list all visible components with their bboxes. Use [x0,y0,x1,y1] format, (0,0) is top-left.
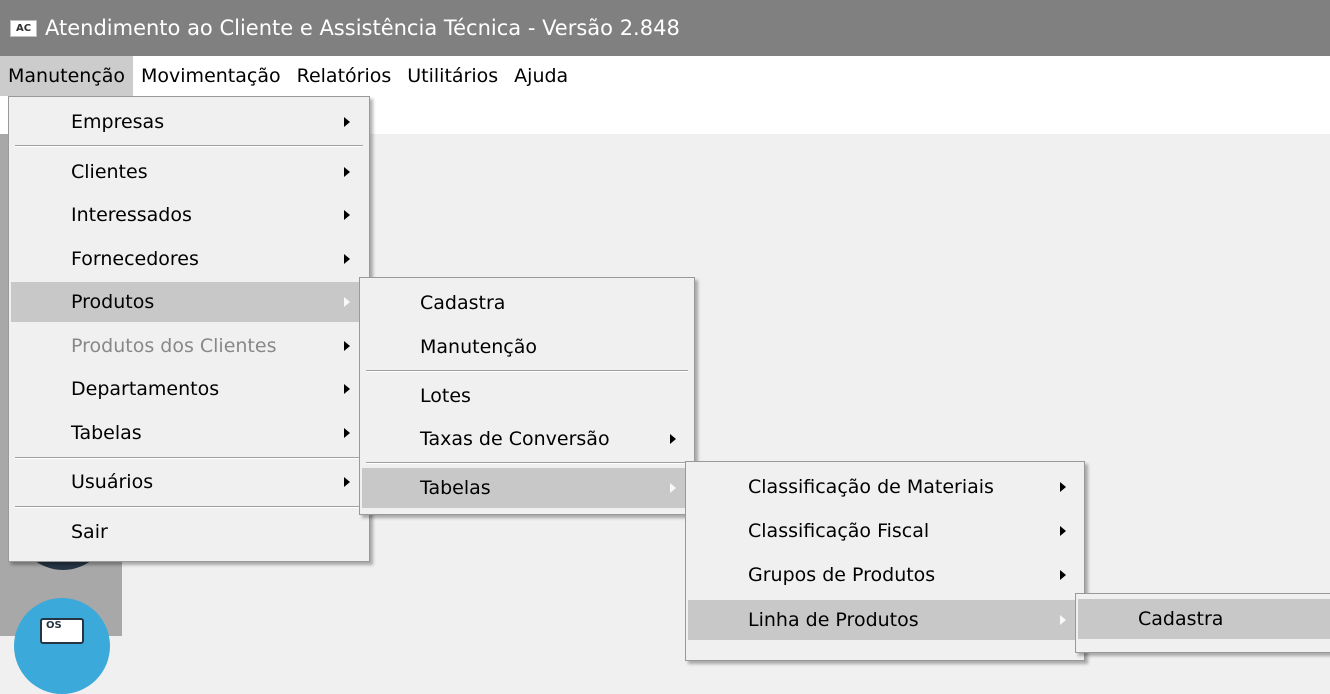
submenu-arrow-icon [670,483,676,493]
menu-item-label: Produtos dos Clientes [71,335,277,357]
menu-item-clientes[interactable]: Clientes [11,152,367,192]
menu-item-label: Produtos [71,291,155,313]
menu-separator [15,507,363,508]
menu-item-departamentos[interactable]: Departamentos [11,369,367,409]
menu-item-label: Tabelas [71,422,142,444]
menu-item-linha-de-produtos[interactable]: Linha de Produtos [688,600,1082,640]
submenu-arrow-icon [1060,570,1066,580]
menu-item-produtos[interactable]: Produtos [11,282,367,322]
menu-item-label: Tabelas [420,477,491,499]
menu-manutencao-dropdown: Empresas Clientes Interessados Fornecedo… [8,96,370,562]
menu-movimentacao[interactable]: Movimentação [133,56,289,96]
menu-bar: Manutenção Movimentação Relatórios Utili… [0,56,1330,96]
submenu-arrow-icon [1060,615,1066,625]
menu-item-fornecedores[interactable]: Fornecedores [11,239,367,279]
menu-item-label: Grupos de Produtos [748,564,936,586]
menu-item-usuarios[interactable]: Usuários [11,462,367,502]
submenu-arrow-icon [1060,482,1066,492]
menu-item-manutencao[interactable]: Manutenção [362,327,692,367]
window-title: Atendimento ao Cliente e Assistência Téc… [45,16,680,40]
menu-item-taxas-de-conversao[interactable]: Taxas de Conversão [362,419,692,459]
submenu-arrow-icon [670,434,676,444]
menu-separator [366,463,688,464]
menu-item-label: Sair [71,521,108,543]
submenu-arrow-icon [344,477,350,487]
menu-linha-produtos-submenu: Cadastra [1075,593,1330,653]
menu-item-label: Cadastra [420,292,506,314]
menu-item-label: Lotes [420,385,471,407]
menu-item-label: Classificação de Materiais [748,476,994,498]
menu-item-empresas[interactable]: Empresas [11,102,367,142]
menu-item-label: Empresas [71,111,165,133]
submenu-arrow-icon [344,117,350,127]
menu-item-label: Usuários [71,471,154,493]
title-bar: AC Atendimento ao Cliente e Assistência … [0,0,1330,56]
menu-item-label: Taxas de Conversão [420,428,610,450]
sidebar-shortcut-os-icon[interactable] [14,598,110,694]
menu-item-label: Departamentos [71,378,220,400]
menu-relatorios[interactable]: Relatórios [289,56,400,96]
menu-item-label: Linha de Produtos [748,609,919,631]
menu-item-sair[interactable]: Sair [11,512,367,552]
menu-tabelas-submenu: Classificação de Materiais Classificação… [685,461,1085,661]
menu-ajuda[interactable]: Ajuda [506,56,576,96]
menu-item-cadastra[interactable]: Cadastra [362,283,692,323]
menu-separator [15,458,363,459]
submenu-arrow-icon [344,384,350,394]
menu-item-tabelas-produtos[interactable]: Tabelas [362,468,692,508]
menu-separator [15,146,363,147]
menu-separator [366,371,688,372]
menu-item-label: Clientes [71,161,148,183]
submenu-arrow-icon [344,297,350,307]
menu-item-grupos-de-produtos[interactable]: Grupos de Produtos [688,555,1082,595]
menu-item-interessados[interactable]: Interessados [11,195,367,235]
menu-utilitarios[interactable]: Utilitários [399,56,506,96]
menu-item-label: Fornecedores [71,248,199,270]
menu-item-cadastra-linha[interactable]: Cadastra [1078,599,1330,639]
submenu-arrow-icon [344,210,350,220]
menu-item-label: Cadastra [1138,608,1224,630]
menu-produtos-submenu: Cadastra Manutenção Lotes Taxas de Conve… [359,277,695,515]
menu-item-classificacao-fiscal[interactable]: Classificação Fiscal [688,511,1082,551]
submenu-arrow-icon [1060,526,1066,536]
menu-item-lotes[interactable]: Lotes [362,376,692,416]
menu-item-produtos-dos-clientes[interactable]: Produtos dos Clientes [11,326,367,366]
menu-item-classificacao-de-materiais[interactable]: Classificação de Materiais [688,467,1082,507]
menu-item-label: Manutenção [420,336,538,358]
menu-item-label: Interessados [71,204,192,226]
app-icon: AC [10,19,37,37]
menu-item-label: Classificação Fiscal [748,520,930,542]
menu-manutencao[interactable]: Manutenção [0,56,134,96]
os-icon-label: OS [40,618,84,644]
submenu-arrow-icon [344,254,350,264]
menu-item-tabelas[interactable]: Tabelas [11,413,367,453]
submenu-arrow-icon [344,341,350,351]
submenu-arrow-icon [344,428,350,438]
submenu-arrow-icon [344,167,350,177]
